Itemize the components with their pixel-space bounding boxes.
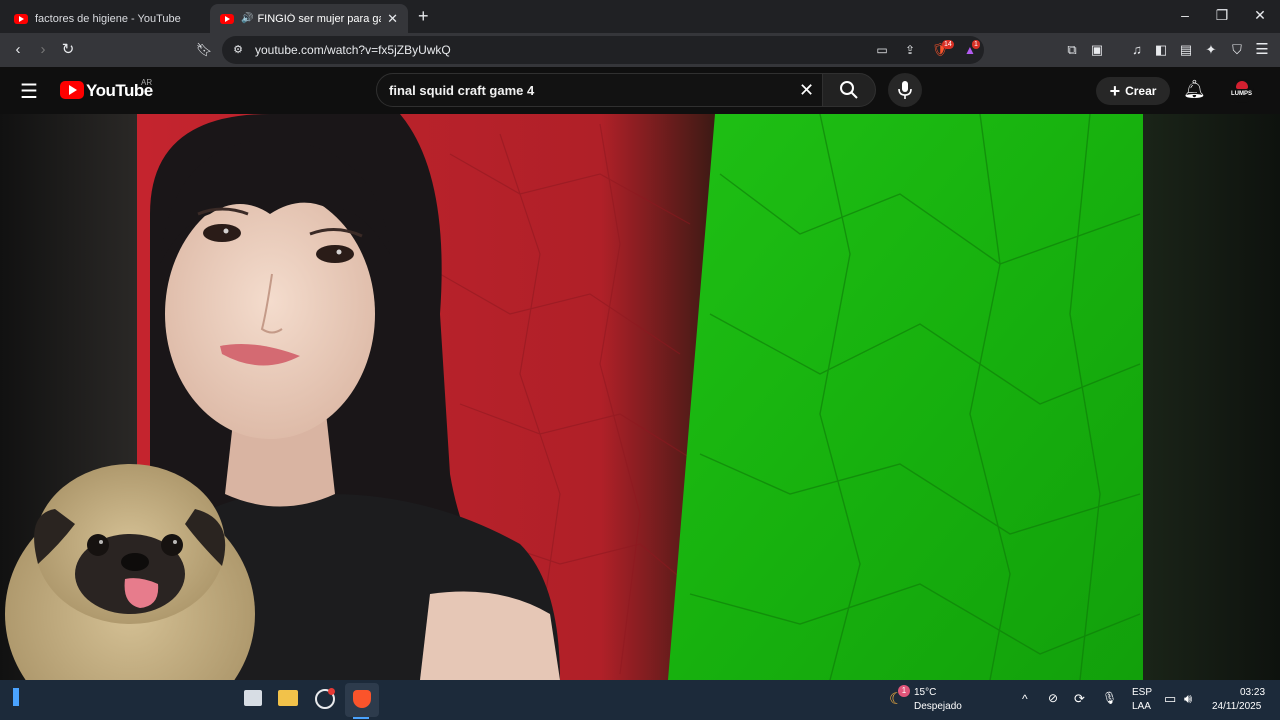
woman-left-eye <box>203 224 241 242</box>
brave-taskbar-button[interactable] <box>345 683 379 717</box>
sync-icon[interactable]: ⟳ <box>1074 691 1085 707</box>
file-explorer-icon[interactable] <box>278 690 298 706</box>
keyboard-layout[interactable]: LAA <box>1132 701 1151 712</box>
address-bar[interactable]: ⚙︎ youtube.com/watch?v=fx5jZByUwkQ ▭ ⇪ 🛡… <box>222 36 984 64</box>
guide-menu-icon[interactable]: ☰ <box>20 79 38 104</box>
weather-description[interactable]: Despejado <box>914 701 962 712</box>
tab-factores-de-higiene[interactable]: factores de higiene - YouTube <box>4 4 204 33</box>
country-code: AR <box>141 78 153 87</box>
language-code[interactable]: ESP <box>1132 687 1152 698</box>
screenshot-icon[interactable]: ▣ <box>1087 40 1107 60</box>
notifications-bell-icon[interactable]: 🔔︎ <box>1183 79 1206 100</box>
brave-icon <box>353 690 371 708</box>
search-query[interactable]: final squid craft game 4 <box>389 83 534 98</box>
show-hidden-icons-icon[interactable]: ^ <box>1022 692 1028 706</box>
media-icon[interactable]: ♫ <box>1127 40 1147 60</box>
youtube-favicon-icon <box>220 13 234 24</box>
start-edge-icon[interactable] <box>13 688 19 706</box>
eye-off-icon[interactable]: ⊘ <box>1048 691 1058 705</box>
share-icon[interactable]: ⇪ <box>900 40 920 60</box>
pug-left-eye <box>87 534 109 556</box>
rewards-count-badge: 1 <box>972 40 980 49</box>
video-frame <box>0 114 1280 680</box>
pug-nose <box>121 553 149 571</box>
minimize-icon[interactable]: – <box>1175 7 1195 23</box>
task-view-icon[interactable] <box>244 690 262 706</box>
woman-right-eye <box>316 245 354 263</box>
vpn-icon[interactable]: ⛉ <box>1227 40 1247 60</box>
youtube-favicon-icon <box>14 13 28 24</box>
close-window-icon[interactable]: ✕ <box>1250 7 1270 24</box>
menu-icon[interactable]: ☰ <box>1252 40 1272 60</box>
notification-dot <box>328 688 335 695</box>
close-tab-icon[interactable]: ✕ <box>387 11 398 27</box>
site-settings-icon[interactable]: ⚙︎ <box>228 40 248 60</box>
right-backdrop <box>1143 114 1280 680</box>
video-player[interactable] <box>0 114 1280 680</box>
speaker-icon[interactable]: 🔊 <box>241 13 253 24</box>
restore-icon[interactable]: ❐ <box>1212 7 1232 24</box>
search-icon <box>840 81 858 99</box>
youtube-header: ☰ YouTube AR final squid craft game 4 ✕ … <box>0 67 1280 114</box>
microphone-icon <box>898 81 912 99</box>
tab-fingio-ser-mujer[interactable]: 🔊 FINGIÓ ser mujer para ganar ✕ <box>210 4 408 33</box>
create-label: Crear <box>1125 84 1157 98</box>
youtube-logo-icon[interactable] <box>60 81 84 99</box>
extensions-icon[interactable]: ⧉ <box>1062 40 1082 60</box>
tab-strip: factores de higiene - YouTube 🔊 FINGIÓ s… <box>0 0 1280 33</box>
create-button[interactable]: + Crear <box>1096 77 1170 105</box>
weather-badge: 1 <box>898 685 910 697</box>
volume-icon[interactable]: 🔊︎ <box>1184 691 1192 707</box>
search-button[interactable] <box>822 73 876 107</box>
url-text[interactable]: youtube.com/watch?v=fx5jZByUwkQ <box>255 43 451 57</box>
avatar[interactable]: LUMPS <box>1230 79 1254 103</box>
tab-title: FINGIÓ ser mujer para ganar <box>257 12 381 25</box>
new-tab-icon[interactable]: + <box>418 6 429 27</box>
clock-time[interactable]: 03:23 <box>1240 687 1265 698</box>
weather-temperature[interactable]: 15°C <box>914 687 936 698</box>
cast-icon[interactable]: ▭ <box>872 40 892 60</box>
shields-count-badge: 14 <box>942 40 954 49</box>
network-icon[interactable]: ▭ <box>1164 691 1176 707</box>
browser-toolbar: ‹ › ↻ 🔖︎ ⚙︎ youtube.com/watch?v=fx5jZByU… <box>0 33 1280 67</box>
search-input[interactable]: final squid craft game 4 ✕ <box>376 73 823 107</box>
avatar-text: LUMPS <box>1231 91 1252 97</box>
windows-taskbar: ☾ 1 15°C Despejado ^ ⊘ ⟳ 🎙︎ ESP LAA ▭ 🔊︎… <box>0 680 1280 720</box>
wallet-icon[interactable]: ▤ <box>1176 40 1196 60</box>
back-icon[interactable]: ‹ <box>8 40 28 60</box>
tab-title: factores de higiene - YouTube <box>35 12 181 25</box>
plus-icon: + <box>1109 80 1121 101</box>
clear-search-icon[interactable]: ✕ <box>799 80 814 101</box>
voice-search-button[interactable] <box>888 73 922 107</box>
sidebar-icon[interactable]: ◧ <box>1151 40 1171 60</box>
pug-right-eye <box>161 534 183 556</box>
bookmark-icon[interactable]: 🔖︎ <box>194 40 214 60</box>
leo-ai-icon[interactable]: ✦ <box>1201 40 1221 60</box>
forward-icon[interactable]: › <box>33 40 53 60</box>
reload-icon[interactable]: ↻ <box>58 40 78 60</box>
microphone-tray-icon[interactable]: 🎙︎ <box>1102 691 1117 705</box>
green-paper <box>668 114 1143 680</box>
clock-date[interactable]: 24/11/2025 <box>1212 701 1261 712</box>
active-app-indicator <box>353 717 369 719</box>
woman-face <box>165 189 375 439</box>
